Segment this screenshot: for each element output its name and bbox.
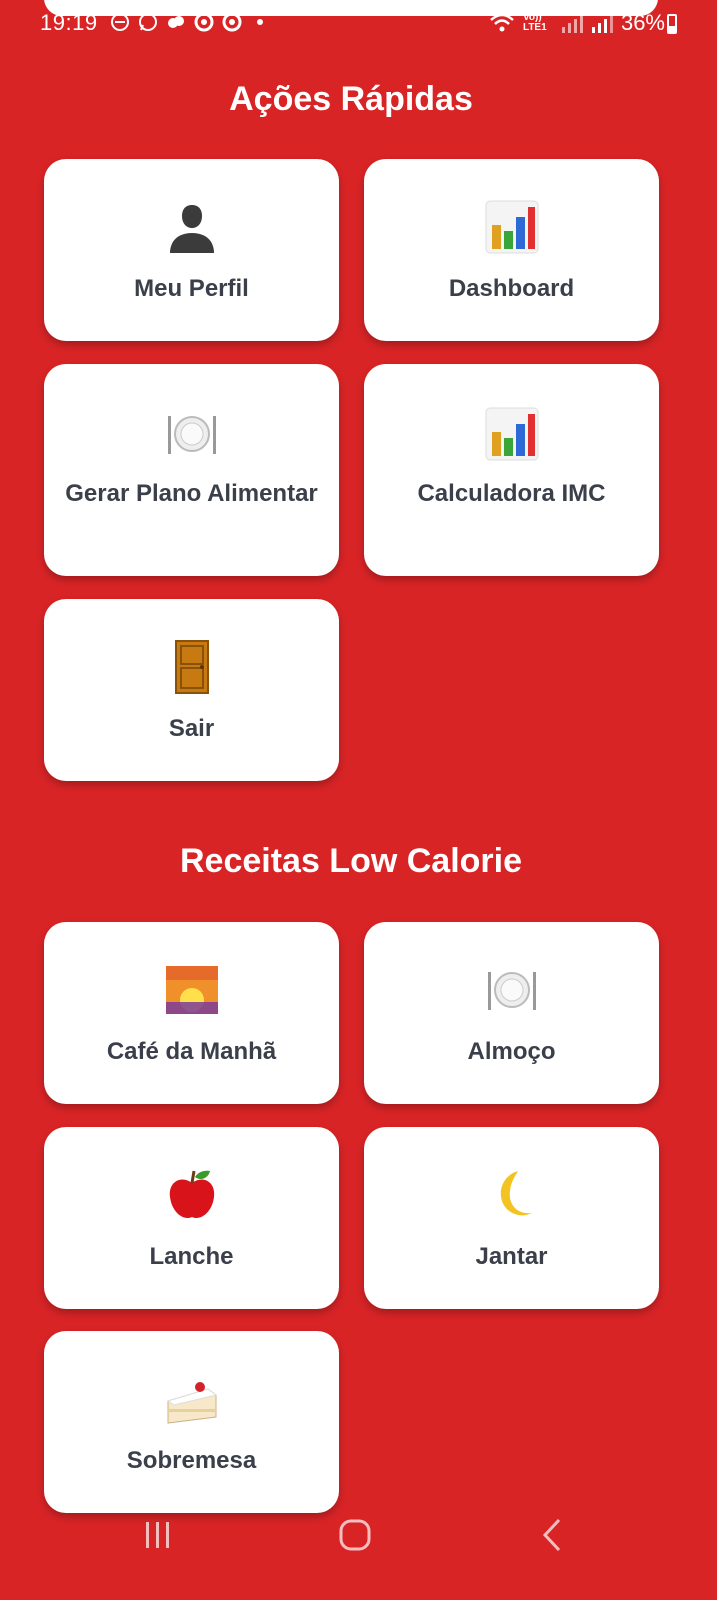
card-label: Jantar [475, 1243, 548, 1270]
status-time: 19:19 [40, 10, 98, 35]
fork-knife-plate-icon [167, 416, 216, 454]
quick-action-dashboard[interactable]: Dashboard [364, 159, 659, 341]
cake-slice-icon [166, 1382, 217, 1424]
cloud-app-icon [168, 16, 184, 28]
card-label: Dashboard [448, 275, 575, 302]
signal-strength-icon [561, 15, 583, 33]
fork-knife-plate-icon [487, 972, 536, 1010]
person-silhouette-icon [169, 205, 214, 253]
system-navigation-bar [0, 1500, 717, 1600]
card-label: Sobremesa [126, 1447, 257, 1474]
recipe-jantar[interactable]: Jantar [364, 1127, 659, 1309]
quick-action-meu-perfil[interactable]: Meu Perfil [44, 159, 339, 341]
card-label: Calculadora IMC [417, 480, 606, 507]
wifi-icon [490, 13, 514, 32]
quick-action-gerar-plano[interactable]: Gerar Plano Alimentar [44, 364, 339, 576]
recipe-almoco[interactable]: Almoço [364, 922, 659, 1104]
sunrise-icon [165, 966, 218, 1014]
bar-chart-icon [485, 407, 538, 461]
card-label: Lanche [149, 1243, 234, 1270]
notification-icons [110, 12, 270, 32]
quick-action-calculadora-imc[interactable]: Calculadora IMC [364, 364, 659, 576]
card-label: Sair [168, 715, 215, 742]
chrome-icon [194, 12, 214, 32]
quick-actions-title: Ações Rápidas [229, 80, 473, 118]
more-notifications-dot-icon [257, 19, 263, 25]
apple-icon [169, 1170, 214, 1219]
door-icon [174, 640, 209, 694]
crescent-moon-icon [500, 1171, 532, 1216]
whatsapp-icon [139, 13, 157, 31]
recipe-lanche[interactable]: Lanche [44, 1127, 339, 1309]
card-label: Almoço [467, 1038, 556, 1065]
status-right-group: Vo)) LTE1 36% [489, 10, 665, 36]
card-label: Meu Perfil [134, 275, 249, 302]
recipes-title: Receitas Low Calorie [179, 842, 522, 880]
recipe-cafe-da-manha[interactable]: Café da Manhã [44, 922, 339, 1104]
recent-apps-icon[interactable] [133, 1510, 183, 1560]
battery-percent: 36% [620, 10, 665, 35]
signal-strength-icon-2 [591, 15, 613, 33]
status-bar: 19:19 Vo)) LTE1 36% [0, 0, 717, 50]
back-icon[interactable] [527, 1510, 577, 1560]
battery-icon [667, 14, 677, 34]
recipe-sobremesa[interactable]: Sobremesa [44, 1331, 339, 1513]
chrome-icon [222, 12, 242, 32]
home-icon[interactable] [330, 1510, 380, 1560]
do-not-disturb-icon [111, 13, 129, 31]
volte-label: Vo)) LTE1 [522, 12, 547, 33]
card-label: Café da Manhã [106, 1038, 277, 1065]
card-label: Gerar Plano Alimentar [65, 480, 318, 507]
bar-chart-icon [485, 200, 538, 254]
quick-action-sair[interactable]: Sair [44, 599, 339, 781]
